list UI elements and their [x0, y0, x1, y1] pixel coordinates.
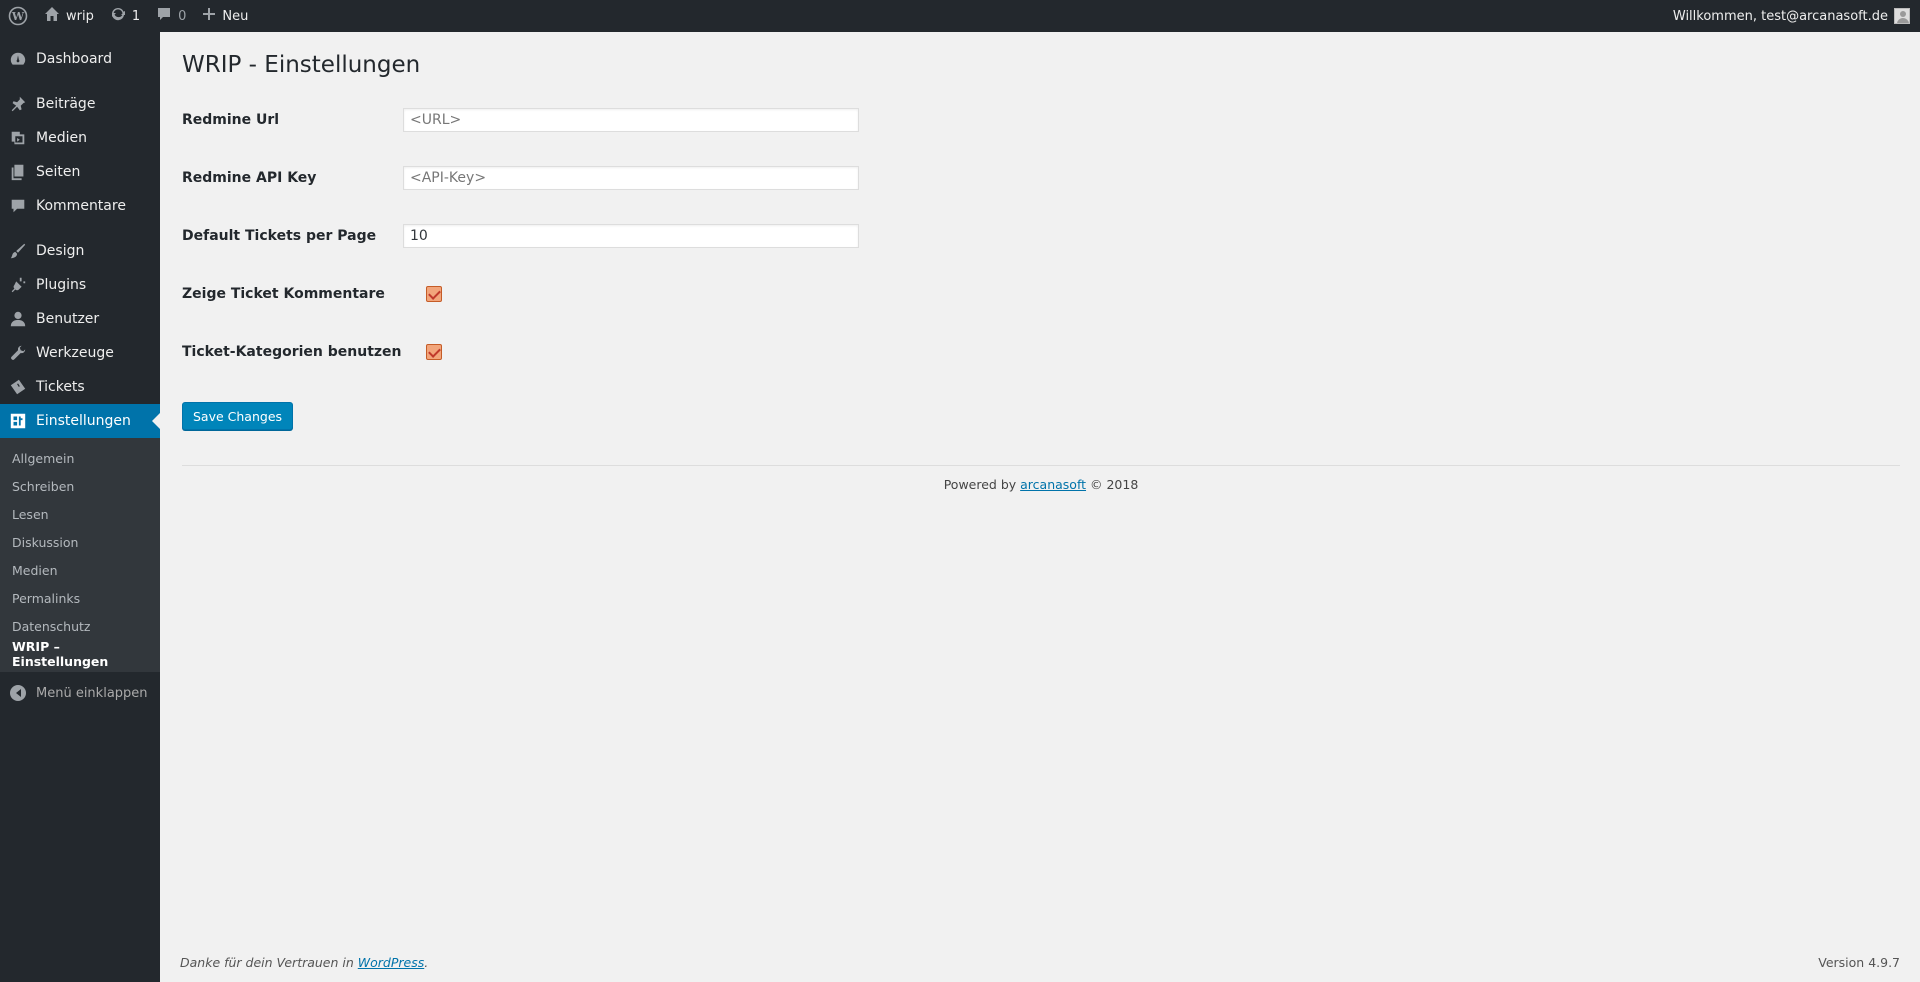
redmine-url-row: Redmine Url: [182, 107, 1022, 133]
collapse-menu-label: Menü einklappen: [36, 685, 148, 701]
welcome-text: Willkommen, test@arcanasoft.de: [1672, 8, 1888, 24]
media-icon: [8, 128, 28, 148]
sidebar-item-label: Design: [36, 243, 85, 259]
show-comments-label: Zeige Ticket Kommentare: [182, 286, 385, 302]
admin-sidebar: Dashboard Beiträge Medien Seiten Komment…: [0, 32, 160, 982]
sidebar-item-media[interactable]: Medien: [0, 121, 160, 155]
sidebar-item-design[interactable]: Design: [0, 234, 160, 268]
pin-icon: [8, 94, 28, 114]
api-key-label: Redmine API Key: [182, 170, 317, 186]
svg-text:W: W: [11, 10, 25, 23]
sidebar-item-posts[interactable]: Beiträge: [0, 87, 160, 121]
collapse-menu-button[interactable]: Menü einklappen: [0, 674, 160, 712]
sidebar-item-label: Kommentare: [36, 198, 126, 214]
api-key-input[interactable]: [403, 166, 859, 190]
submenu-item-media[interactable]: Medien: [0, 556, 160, 584]
footer-thanks-suffix: .: [424, 955, 429, 970]
show-comments-checkbox[interactable]: [426, 286, 442, 302]
sidebar-item-pages[interactable]: Seiten: [0, 155, 160, 189]
new-label: Neu: [222, 8, 249, 24]
dashboard-icon: [8, 49, 28, 69]
use-categories-label: Ticket-Kategorien benutzen: [182, 344, 402, 360]
sidebar-item-label: Benutzer: [36, 311, 100, 327]
sidebar-item-settings[interactable]: Einstellungen: [0, 404, 160, 438]
comments-count: 0: [178, 8, 187, 24]
submenu-item-reading[interactable]: Lesen: [0, 500, 160, 528]
redmine-url-input[interactable]: [403, 108, 859, 132]
wordpress-logo-icon[interactable]: W: [0, 0, 36, 32]
new-content-link[interactable]: Neu: [194, 0, 256, 32]
sidebar-item-label: Medien: [36, 130, 87, 146]
submenu-item-permalinks[interactable]: Permalinks: [0, 584, 160, 612]
submenu-item-wrip-settings[interactable]: WRIP – Einstellungen: [0, 639, 160, 669]
plugin-icon: [8, 275, 28, 295]
sidebar-item-label: Seiten: [36, 164, 81, 180]
wrench-icon: [8, 343, 28, 363]
footer-thanks-prefix: Danke für dein Vertrauen in: [180, 955, 358, 970]
plus-icon: [202, 7, 216, 25]
submenu-item-privacy[interactable]: Datenschutz: [0, 612, 160, 640]
main-content: WRIP - Einstellungen Redmine Url Redmine…: [160, 32, 1920, 982]
comment-icon: [8, 196, 28, 216]
submenu-item-general[interactable]: Allgemein: [0, 444, 160, 472]
powered-prefix: Powered by: [943, 477, 1021, 492]
site-name-link[interactable]: wrip: [36, 0, 102, 32]
collapse-arrow-icon: [10, 685, 26, 701]
arcanasoft-link[interactable]: arcanasoft: [1020, 477, 1086, 492]
use-categories-checkbox[interactable]: [426, 344, 442, 360]
api-key-row: Redmine API Key: [182, 165, 1022, 191]
sidebar-item-plugins[interactable]: Plugins: [0, 268, 160, 302]
divider: [182, 465, 1900, 466]
brush-icon: [8, 241, 28, 261]
comments-link[interactable]: 0: [148, 0, 194, 32]
comment-icon: [156, 6, 172, 26]
page-title: WRIP - Einstellungen: [182, 52, 421, 78]
show-comments-row: Zeige Ticket Kommentare: [182, 281, 1022, 307]
sidebar-item-label: Werkzeuge: [36, 345, 114, 361]
powered-suffix: © 2018: [1086, 477, 1139, 492]
user-icon: [8, 309, 28, 329]
submenu-item-writing[interactable]: Schreiben: [0, 472, 160, 500]
updates-count: 1: [131, 8, 141, 24]
avatar: [1894, 8, 1910, 24]
save-changes-button[interactable]: Save Changes: [182, 402, 294, 430]
sidebar-item-label: Dashboard: [36, 51, 112, 67]
sidebar-item-label: Tickets: [36, 379, 85, 395]
sidebar-item-users[interactable]: Benutzer: [0, 302, 160, 336]
tickets-per-page-label: Default Tickets per Page: [182, 228, 377, 244]
redmine-url-label: Redmine Url: [182, 112, 280, 128]
home-icon: [44, 6, 60, 26]
footer-thanks: Danke für dein Vertrauen in WordPress.: [180, 955, 428, 970]
tickets-per-page-row: Default Tickets per Page: [182, 223, 1022, 249]
sidebar-item-tools[interactable]: Werkzeuge: [0, 336, 160, 370]
tickets-per-page-input[interactable]: [403, 224, 859, 248]
submenu-item-discussion[interactable]: Diskussion: [0, 528, 160, 556]
ticket-icon: [8, 377, 28, 397]
sidebar-item-label: Beiträge: [36, 96, 96, 112]
updates-icon: [110, 6, 126, 26]
sidebar-item-tickets[interactable]: Tickets: [0, 370, 160, 404]
settings-submenu: Allgemein Schreiben Lesen Diskussion Med…: [0, 438, 160, 672]
sidebar-item-label: Plugins: [36, 277, 87, 293]
use-categories-row: Ticket-Kategorien benutzen: [182, 339, 1022, 365]
settings-icon: [8, 411, 28, 431]
sidebar-item-comments[interactable]: Kommentare: [0, 189, 160, 223]
powered-by: Powered by arcanasoft © 2018: [182, 477, 1900, 492]
admin-bar: W wrip 1 0 Neu Willkommen, test@arcanaso…: [0, 0, 1920, 32]
my-account[interactable]: Willkommen, test@arcanasoft.de: [1673, 0, 1920, 32]
sidebar-item-label: Einstellungen: [36, 413, 131, 429]
site-name: wrip: [66, 8, 94, 24]
sidebar-item-dashboard[interactable]: Dashboard: [0, 42, 160, 76]
footer-version: Version 4.9.7: [1818, 955, 1900, 970]
updates-link[interactable]: 1: [102, 0, 148, 32]
pages-icon: [8, 162, 28, 182]
wordpress-link[interactable]: WordPress: [358, 955, 424, 970]
